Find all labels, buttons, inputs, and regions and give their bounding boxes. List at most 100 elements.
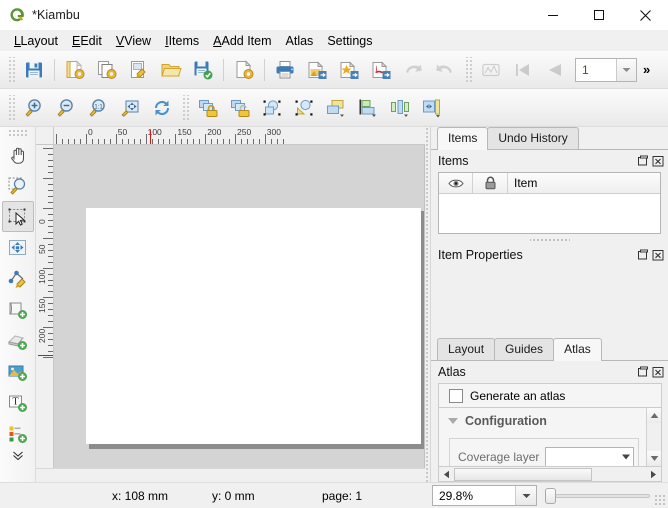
coverage-layer-combo[interactable] xyxy=(545,447,634,466)
zoom-in-button[interactable] xyxy=(18,92,50,124)
export-image-button[interactable] xyxy=(301,54,333,86)
tab-atlas[interactable]: Atlas xyxy=(553,338,602,361)
move-item-content-tool[interactable] xyxy=(2,232,34,263)
new-layout-button[interactable] xyxy=(59,54,91,86)
items-column-lock[interactable] xyxy=(473,173,508,193)
menu-atlas[interactable]: Atlas xyxy=(279,32,321,50)
menu-items[interactable]: IItems xyxy=(158,32,206,50)
atlas-feature-spinner[interactable]: 1 xyxy=(575,57,637,82)
menu-add-item[interactable]: AAdd Item xyxy=(206,32,278,50)
add-label-button[interactable]: T xyxy=(2,387,34,418)
generate-atlas-checkbox[interactable] xyxy=(449,388,463,403)
align-items-button[interactable] xyxy=(352,92,384,124)
left-panel-overflow-button[interactable] xyxy=(12,451,24,461)
atlas-previous-feature-button[interactable] xyxy=(539,54,571,86)
tab-layout[interactable]: Layout xyxy=(437,338,496,360)
zoom-slider-thumb[interactable] xyxy=(545,487,556,504)
redo-button[interactable] xyxy=(429,54,461,86)
items-column-visibility[interactable] xyxy=(439,173,473,193)
save-template-button[interactable] xyxy=(187,54,219,86)
refresh-view-button[interactable] xyxy=(146,92,178,124)
toolbar-overflow-button[interactable]: » xyxy=(637,62,656,77)
zoom-slider-track[interactable] xyxy=(555,493,650,498)
horizontal-ruler[interactable]: 0 50 100 150 200 250 300 xyxy=(54,127,425,145)
tab-items[interactable]: Items xyxy=(437,127,489,150)
print-button[interactable] xyxy=(269,54,301,86)
items-table[interactable]: Item xyxy=(438,172,661,234)
zoom-full-button[interactable] xyxy=(114,92,146,124)
zoom-combo-chevron-down-icon[interactable] xyxy=(515,486,536,505)
distribute-items-button[interactable] xyxy=(384,92,416,124)
item-properties-close-icon[interactable] xyxy=(651,249,664,262)
atlas-close-icon[interactable] xyxy=(651,366,664,379)
canvas-horizontal-scrollbar[interactable] xyxy=(36,468,425,482)
edit-nodes-tool[interactable] xyxy=(2,263,34,294)
vertical-ruler[interactable]: 0 50 100 150 200 xyxy=(36,145,54,468)
tab-guides[interactable]: Guides xyxy=(494,338,555,360)
ungroup-items-button[interactable] xyxy=(288,92,320,124)
group-items-button[interactable] xyxy=(256,92,288,124)
add-map-button[interactable] xyxy=(2,294,34,325)
close-panel-icon[interactable] xyxy=(651,155,664,168)
open-template-button[interactable] xyxy=(155,54,187,86)
scroll-up-button[interactable] xyxy=(646,408,661,423)
item-properties-undock-icon[interactable] xyxy=(636,249,649,262)
left-panel-grip[interactable] xyxy=(7,129,28,137)
export-pdf-button[interactable] xyxy=(365,54,397,86)
zoom-100-button[interactable]: 1:1 xyxy=(82,92,114,124)
minimize-button[interactable] xyxy=(530,0,576,30)
atlas-vertical-scrollbar[interactable] xyxy=(646,408,661,466)
layout-properties-button[interactable] xyxy=(228,54,260,86)
raise-items-button[interactable] xyxy=(320,92,352,124)
page-properties-icon xyxy=(233,59,255,81)
save-project-button[interactable] xyxy=(18,54,50,86)
add-3d-map-button[interactable] xyxy=(2,325,34,356)
layout-manager-button[interactable] xyxy=(123,54,155,86)
layout-scene[interactable] xyxy=(54,145,425,468)
menu-layout[interactable]: LLayout xyxy=(7,32,65,50)
zoom-tool[interactable] xyxy=(2,170,34,201)
lock-items-button[interactable] xyxy=(192,92,224,124)
resize-items-button[interactable] xyxy=(416,92,448,124)
tools-toolbar-grip-2[interactable] xyxy=(181,94,189,121)
unlock-items-button[interactable] xyxy=(224,92,256,124)
atlas-horizontal-scrollbar[interactable] xyxy=(438,467,662,482)
menu-edit[interactable]: EEdit xyxy=(65,32,109,50)
toolbar-separator xyxy=(54,58,55,81)
atlas-undock-icon[interactable] xyxy=(636,366,649,379)
toolbar-grip-2[interactable] xyxy=(464,56,472,83)
hscroll-track[interactable] xyxy=(454,467,646,481)
add-picture-button[interactable] xyxy=(2,356,34,387)
scroll-right-button[interactable] xyxy=(646,468,661,481)
scroll-down-button[interactable] xyxy=(646,451,661,466)
configuration-group-header[interactable]: Configuration xyxy=(439,408,661,428)
generate-atlas-row[interactable]: Generate an atlas xyxy=(438,383,662,407)
items-column-item[interactable]: Item xyxy=(508,173,660,193)
scroll-left-button[interactable] xyxy=(439,468,454,481)
resize-grip[interactable] xyxy=(654,494,666,506)
layout-page[interactable] xyxy=(86,208,421,444)
close-button[interactable] xyxy=(622,0,668,30)
undock-icon[interactable] xyxy=(636,155,649,168)
atlas-settings-button[interactable] xyxy=(475,54,507,86)
panel-splitter[interactable] xyxy=(529,236,570,244)
toolbar-grip[interactable] xyxy=(7,56,15,83)
spinner-dropdown-arrow[interactable] xyxy=(616,58,636,81)
undo-button[interactable] xyxy=(397,54,429,86)
zoom-out-button[interactable] xyxy=(50,92,82,124)
tab-undo-history[interactable]: Undo History xyxy=(487,127,579,149)
tools-toolbar-grip[interactable] xyxy=(7,94,15,121)
pan-layout-tool[interactable] xyxy=(2,139,34,170)
export-svg-button[interactable] xyxy=(333,54,365,86)
hscroll-thumb[interactable] xyxy=(454,467,593,481)
duplicate-layout-button[interactable] xyxy=(91,54,123,86)
select-move-item-tool[interactable] xyxy=(1,201,34,232)
add-legend-button[interactable] xyxy=(2,418,34,449)
atlas-first-feature-button[interactable] xyxy=(507,54,539,86)
item-properties-body[interactable] xyxy=(431,266,668,338)
zoom-level-combo[interactable]: 29.8% xyxy=(432,485,537,506)
menu-settings[interactable]: Settings xyxy=(320,32,379,50)
zoom-slider[interactable] xyxy=(545,487,650,504)
menu-view[interactable]: VView xyxy=(109,32,158,50)
maximize-button[interactable] xyxy=(576,0,622,30)
